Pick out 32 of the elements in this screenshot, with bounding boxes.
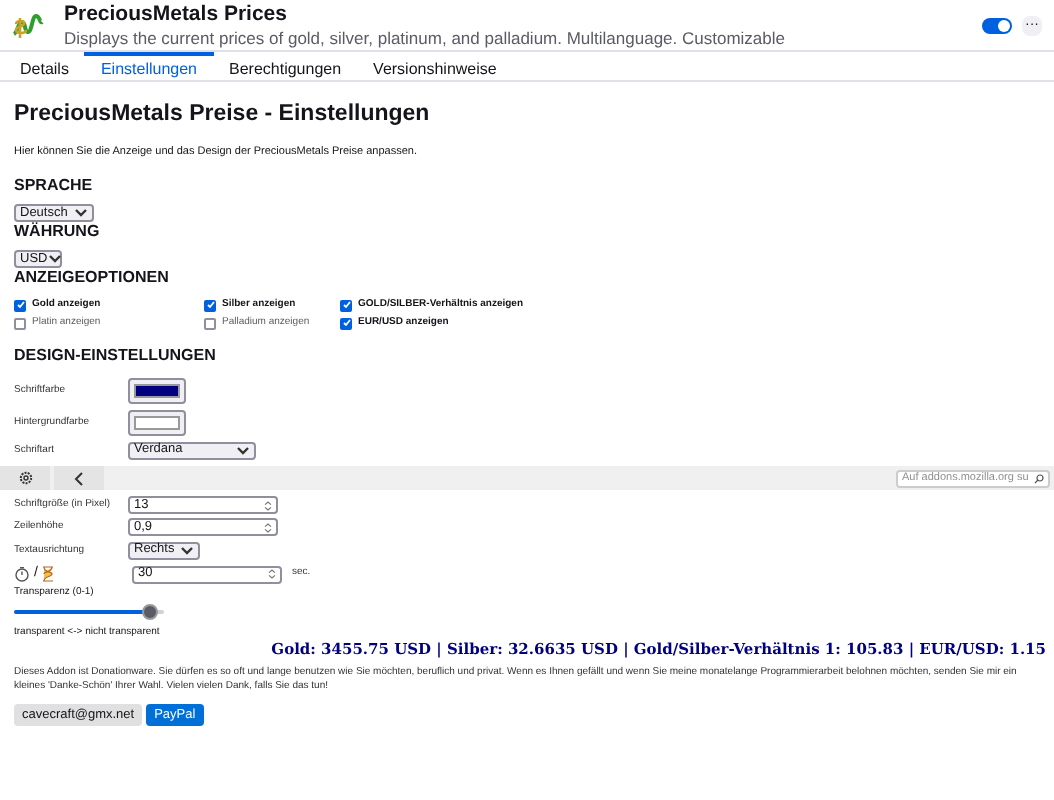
search-icon xyxy=(1034,473,1044,483)
caret-icon xyxy=(47,254,62,264)
chevron-left-icon xyxy=(74,471,84,485)
gear-icon xyxy=(17,470,33,486)
checkbox[interactable] xyxy=(14,317,26,329)
extension-title: PreciousMetals Prices xyxy=(64,1,289,27)
spinner-icon xyxy=(267,568,276,580)
slider-thumb[interactable] xyxy=(141,604,157,620)
tab[interactable]: Details xyxy=(4,52,85,80)
tab[interactable]: Berechtigungen xyxy=(213,52,358,80)
tab[interactable]: Einstellungen xyxy=(84,52,213,80)
page-title: PreciousMetals Preise - Einstellungen xyxy=(14,100,432,128)
color-picker[interactable] xyxy=(128,377,186,403)
dollar-chart-icon xyxy=(12,9,44,41)
caret-icon xyxy=(180,545,194,555)
spinner-icon xyxy=(264,521,272,533)
back-button[interactable] xyxy=(54,466,104,490)
extension-description: Displays the current prices of gold, silver, platinum, and palladium. Multilanguage. Customizable xyxy=(64,27,787,49)
checkbox[interactable] xyxy=(204,317,216,329)
settings-button[interactable] xyxy=(0,466,50,490)
caret-icon xyxy=(236,445,250,455)
section-heading: ANZEIGEOPTIONEN xyxy=(14,268,171,288)
section-heading: WÄHRUNG xyxy=(14,222,102,242)
stopwatch-icon xyxy=(14,566,30,582)
section-heading: SPRACHE xyxy=(14,176,95,196)
enable-toggle[interactable] xyxy=(982,17,1012,33)
section-heading: DESIGN-EINSTELLUNGEN xyxy=(14,346,218,366)
color-picker[interactable] xyxy=(128,409,186,435)
caret-icon xyxy=(74,208,88,218)
spinner-icon xyxy=(264,499,272,511)
hourglass-icon xyxy=(41,566,54,582)
tab[interactable]: Versionshinweise xyxy=(357,52,513,80)
